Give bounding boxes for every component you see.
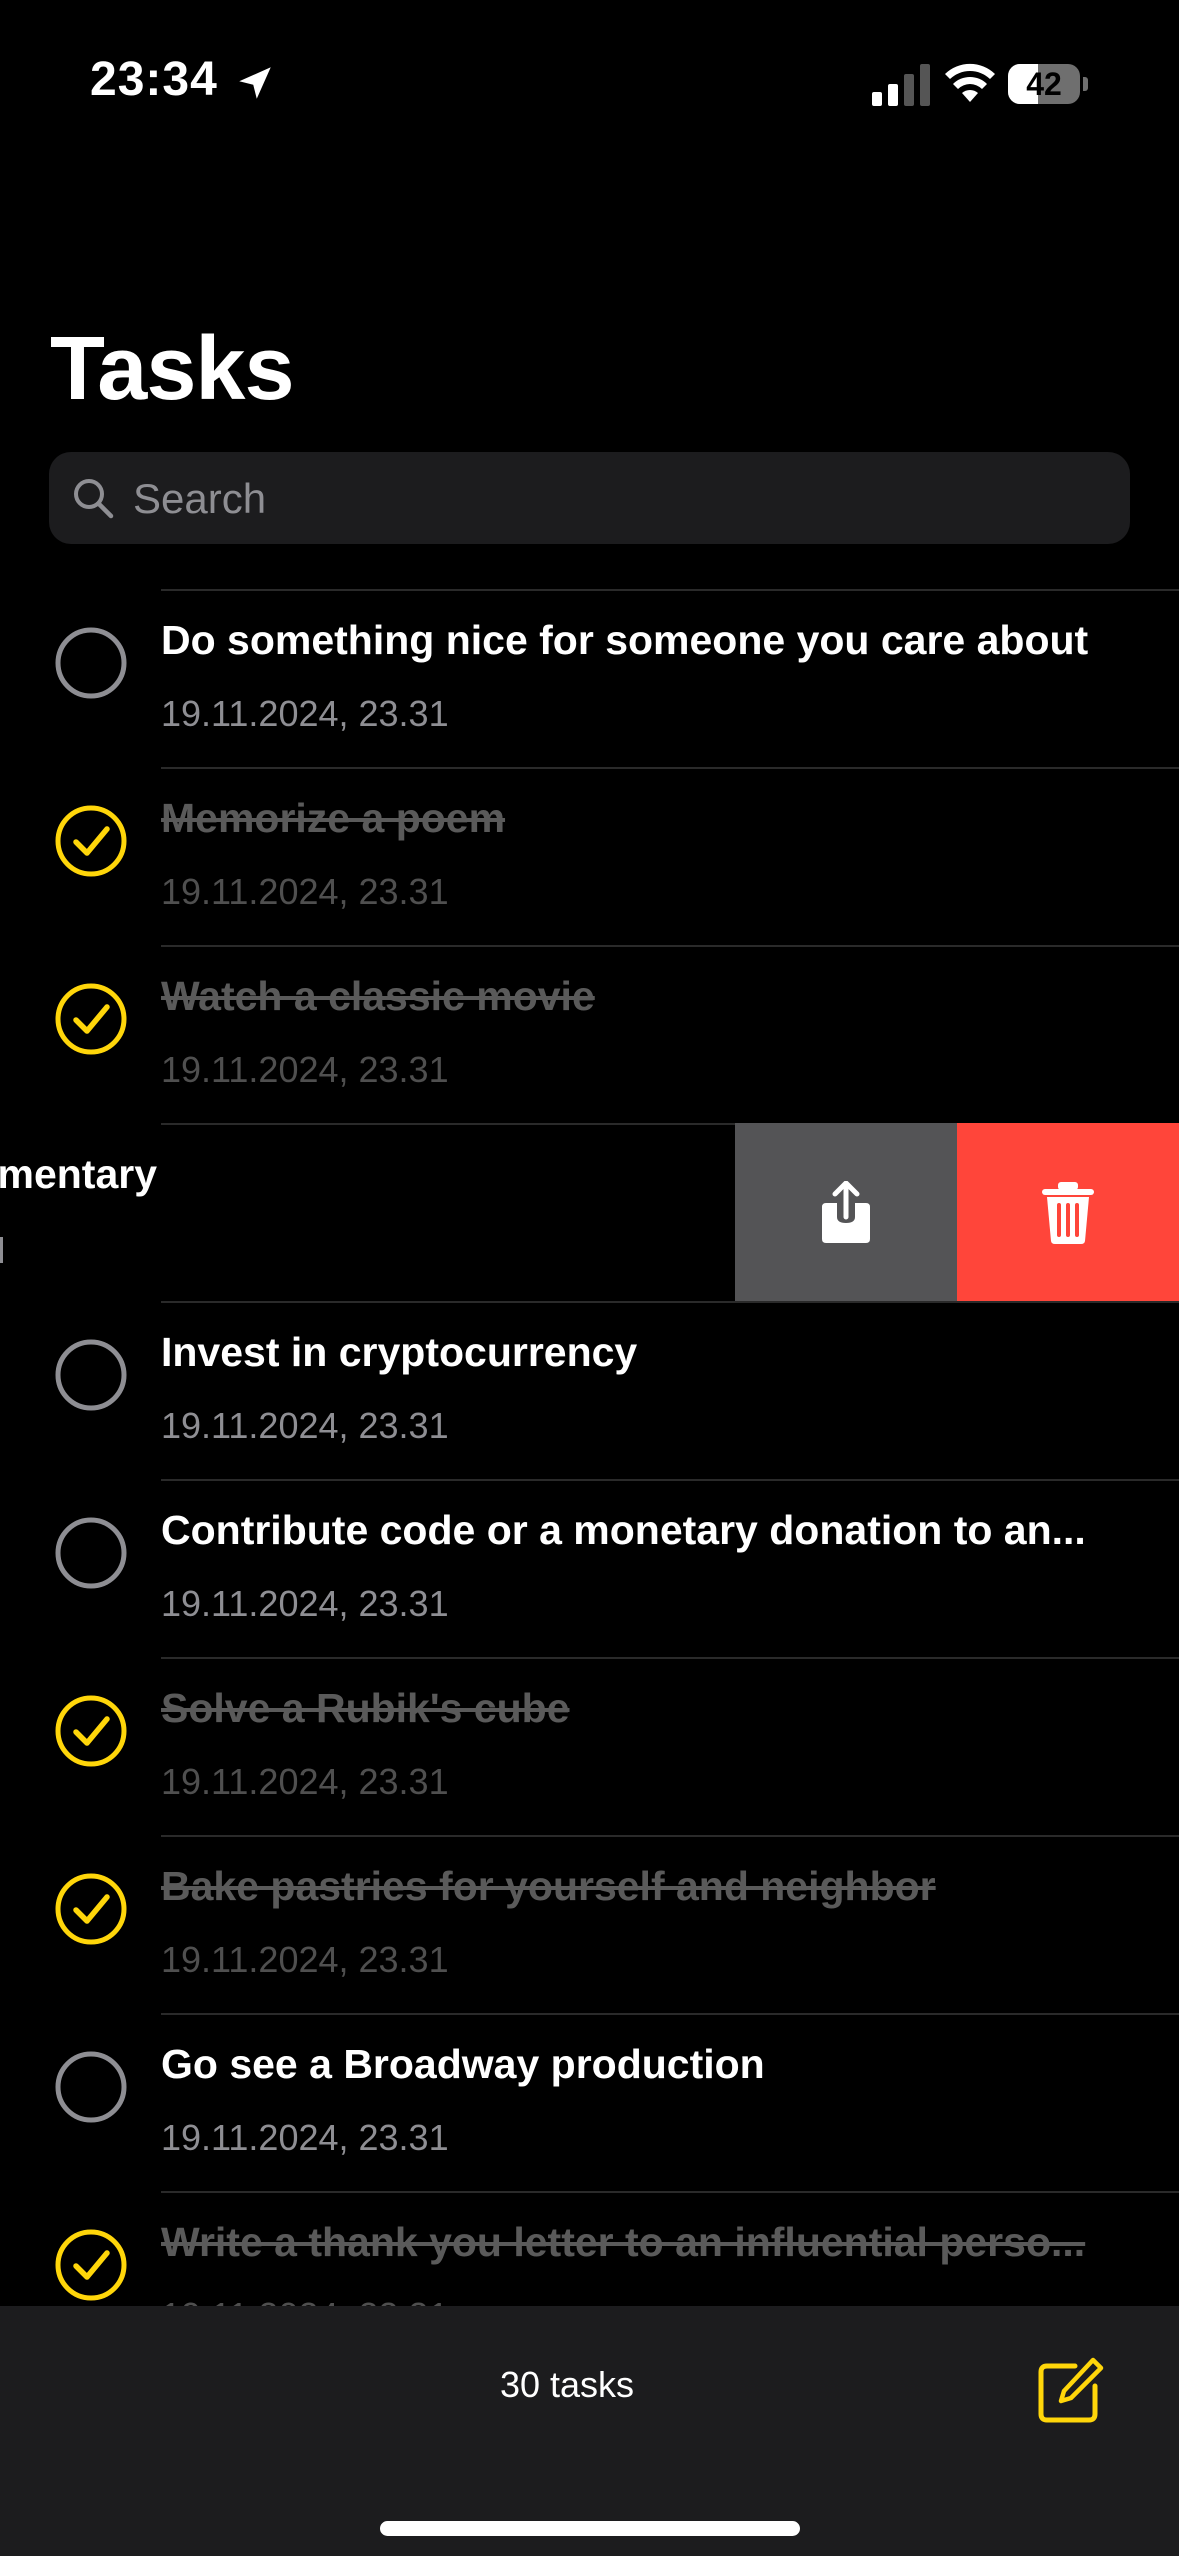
search-bar[interactable] xyxy=(49,452,1130,546)
task-list: Do something nice for someone you care a… xyxy=(0,589,1179,2369)
checked-circle-icon[interactable] xyxy=(55,805,127,877)
task-date: 19.11.2024, 23.31 xyxy=(161,1939,449,1980)
cellular-signal-icon xyxy=(872,64,930,106)
search-icon xyxy=(74,479,114,519)
compose-icon[interactable] xyxy=(1035,2356,1105,2426)
task-title: Do something nice for someone you care a… xyxy=(161,617,1089,663)
battery-percentage: 42 xyxy=(1026,66,1062,102)
status-time: 23:34 xyxy=(90,53,218,106)
task-row[interactable]: Go see a Broadway production 19.11.2024,… xyxy=(0,2013,1179,2191)
task-row-swiped[interactable]: mentary xyxy=(0,1123,1179,1301)
task-title: Write a thank you letter to an influenti… xyxy=(161,2219,1086,2265)
share-button[interactable] xyxy=(735,1123,957,1301)
search-input[interactable] xyxy=(131,452,1095,546)
checked-circle-icon[interactable] xyxy=(55,1695,127,1767)
share-icon xyxy=(822,1181,870,1243)
task-row[interactable]: Contribute code or a monetary donation t… xyxy=(0,1479,1179,1657)
home-indicator xyxy=(380,2521,800,2536)
unchecked-circle-icon[interactable] xyxy=(55,2051,127,2123)
unchecked-circle-icon[interactable] xyxy=(55,1517,127,1589)
task-title: Bake pastries for yourself and neighbor xyxy=(161,1863,936,1909)
task-date: 19.11.2024, 23.31 xyxy=(161,2117,449,2158)
task-row[interactable]: Solve a Rubik's cube 19.11.2024, 23.31 xyxy=(0,1657,1179,1835)
task-row[interactable]: Bake pastries for yourself and neighbor … xyxy=(0,1835,1179,2013)
task-date: 19.11.2024, 23.31 xyxy=(161,1049,449,1090)
task-date: 19.11.2024, 23.31 xyxy=(161,1405,449,1446)
checked-circle-icon[interactable] xyxy=(55,1873,127,1945)
task-row[interactable]: Memorize a poem 19.11.2024, 23.31 xyxy=(0,767,1179,945)
task-title: Go see a Broadway production xyxy=(161,2041,765,2087)
checked-circle-icon[interactable] xyxy=(55,2229,127,2301)
page-title: Tasks xyxy=(50,319,295,419)
unchecked-circle-icon[interactable] xyxy=(55,627,127,699)
checked-circle-icon[interactable] xyxy=(55,983,127,1055)
task-row[interactable]: Watch a classic movie 19.11.2024, 23.31 xyxy=(0,945,1179,1123)
task-row[interactable]: Do something nice for someone you care a… xyxy=(0,589,1179,767)
unchecked-circle-icon[interactable] xyxy=(55,1339,127,1411)
location-arrow-icon xyxy=(239,67,271,99)
task-title: Solve a Rubik's cube xyxy=(161,1685,570,1731)
delete-button[interactable] xyxy=(957,1123,1179,1301)
task-count: 30 tasks xyxy=(499,2364,635,2405)
bottom-toolbar: 30 tasks xyxy=(0,2306,1179,2556)
task-date: 19.11.2024, 23.31 xyxy=(161,1761,449,1802)
trash-icon xyxy=(1042,1182,1094,1244)
task-title: Memorize a poem xyxy=(161,795,506,841)
task-date: 19.11.2024, 23.31 xyxy=(161,693,449,734)
task-title: Watch a classic movie xyxy=(161,973,595,1019)
task-title: mentary xyxy=(0,1151,157,1197)
wifi-icon xyxy=(945,63,995,102)
task-date: 19.11.2024, 23.31 xyxy=(161,871,449,912)
battery-icon: 42 xyxy=(1008,64,1088,106)
task-row[interactable]: Invest in cryptocurrency 19.11.2024, 23.… xyxy=(0,1301,1179,1479)
task-title: Contribute code or a monetary donation t… xyxy=(161,1507,1086,1553)
status-bar: 23:34 42 xyxy=(0,0,1179,170)
task-date: 19.11.2024, 23.31 xyxy=(161,1583,449,1624)
task-title: Invest in cryptocurrency xyxy=(161,1329,638,1375)
